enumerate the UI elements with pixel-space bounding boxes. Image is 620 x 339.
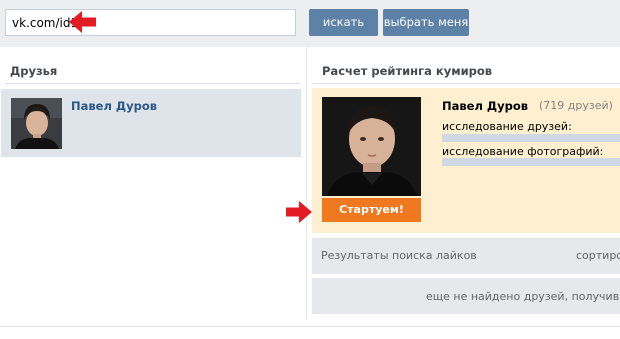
bottom-divider [0,326,620,327]
friends-section-title: Друзья [10,64,58,78]
friends-research-label: исследование друзей: [442,120,572,133]
choose-me-button[interactable]: выбрать меня [383,9,469,36]
idol-photo [322,97,421,196]
likes-results-bar: Результаты поиска лайков сортиро [312,238,620,274]
friend-list-item[interactable]: Павел Дуров [1,89,301,157]
idol-rating-card: Стартуем! Павел Дуров (719 друзей) иссле… [312,88,620,233]
search-button[interactable]: искать [309,9,378,36]
profile-url-input[interactable] [5,9,296,36]
idol-friends-count: (719 друзей) [539,99,613,112]
friend-avatar[interactable] [11,98,62,149]
red-arrow-icon [69,11,96,33]
photos-research-progress [442,158,620,166]
not-found-message: еще не найдено друзей, получивш [426,290,620,303]
idol-name: Павел Дуров [442,99,529,113]
friend-name-link[interactable]: Павел Дуров [71,99,157,113]
rating-title-divider [312,83,620,84]
start-button[interactable]: Стартуем! [322,198,421,222]
friends-title-divider [5,83,301,84]
photos-research-label: исследование фотографий: [442,145,604,158]
not-found-message-bar: еще не найдено друзей, получивш [312,278,620,314]
sort-link[interactable]: сортиро [576,249,620,262]
likes-results-label: Результаты поиска лайков [321,249,477,262]
friends-research-progress [442,134,620,142]
column-divider [306,47,307,320]
red-arrow-icon [286,201,312,223]
rating-section-title: Расчет рейтинга кумиров [322,64,493,78]
